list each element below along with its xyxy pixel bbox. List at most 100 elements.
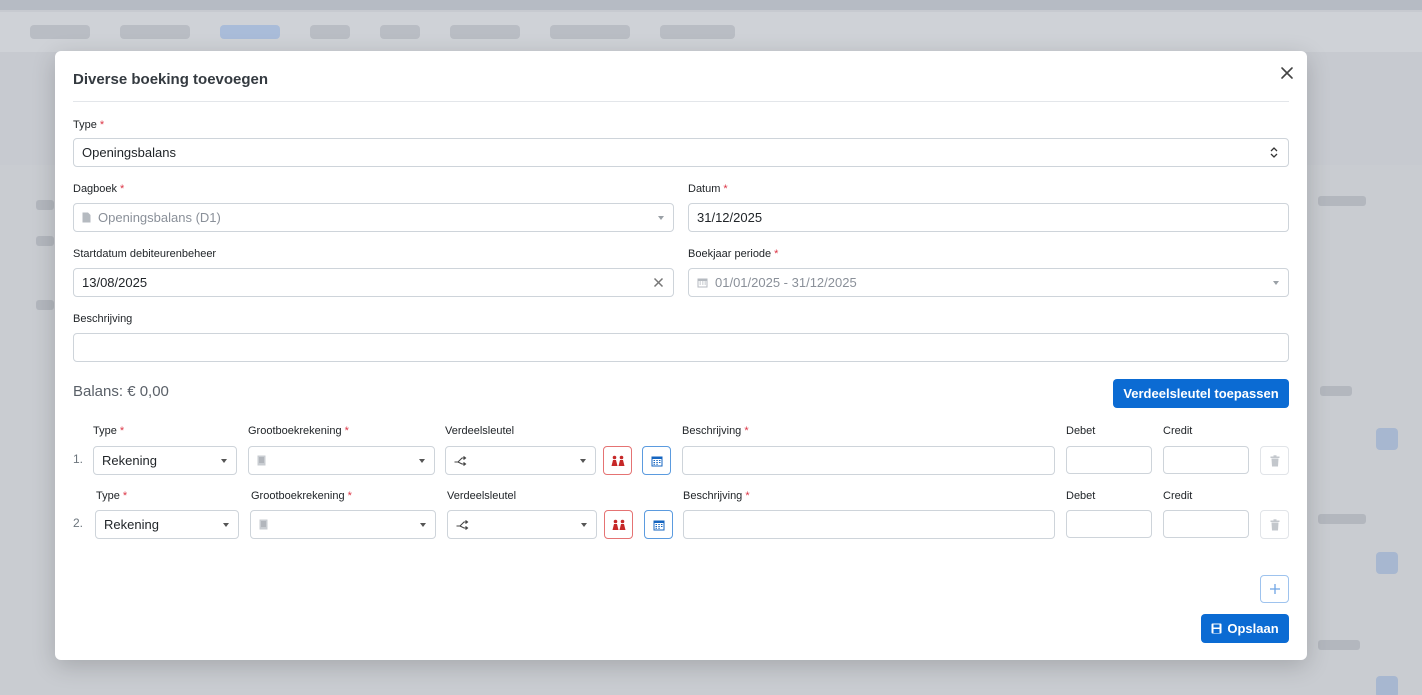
type-select[interactable]: Openingsbalans	[73, 138, 1289, 167]
line-number: 2.	[73, 516, 84, 530]
line-grootboek-header: Grootboekrekening *	[251, 490, 352, 502]
background-tab	[660, 25, 735, 39]
trash-icon	[1270, 454, 1279, 466]
background-text	[36, 200, 54, 210]
type-select-value: Openingsbalans	[82, 145, 176, 160]
startdatum-label: Startdatum debiteurenbeheer	[73, 248, 217, 260]
startdatum-input-value: 13/08/2025	[82, 275, 148, 290]
required-mark: *	[344, 425, 349, 437]
calendar-icon	[697, 278, 708, 288]
add-booking-modal: Diverse boeking toevoegen Type * Openings…	[55, 51, 1307, 660]
line-type-select[interactable]: Rekening	[95, 510, 239, 539]
datum-label: Datum *	[688, 183, 728, 195]
caret-down-icon	[580, 459, 586, 463]
dagboek-label: Dagboek *	[73, 183, 125, 195]
line-verdeelsleutel-select[interactable]	[447, 510, 597, 539]
contacts-button[interactable]	[604, 510, 633, 539]
balans-text: Balans: € 0,00	[73, 383, 169, 400]
background-tab	[30, 25, 90, 39]
required-mark: *	[347, 490, 352, 502]
line-beschrijving-header: Beschrijving *	[683, 490, 750, 502]
background-topbar	[0, 0, 1422, 10]
background-text	[36, 236, 54, 246]
background-text	[1320, 386, 1352, 396]
calendar-button[interactable]	[644, 510, 673, 539]
calendar-icon	[651, 456, 662, 466]
required-mark: *	[744, 425, 749, 437]
line-credit-header: Credit	[1163, 490, 1193, 502]
background-button	[1376, 676, 1398, 695]
background-tab	[120, 25, 190, 39]
beschrijving-input[interactable]	[73, 333, 1289, 362]
beschrijving-label: Beschrijving	[73, 313, 133, 325]
contacts-button[interactable]	[603, 446, 632, 475]
line-grootboek-select[interactable]	[248, 446, 435, 475]
background-tab	[450, 25, 520, 39]
background-tab	[310, 25, 350, 39]
caret-down-icon	[658, 216, 664, 220]
line-number: 1.	[73, 452, 84, 466]
ledger-icon	[257, 455, 266, 466]
people-icon	[612, 519, 625, 530]
caret-down-icon	[1273, 281, 1279, 285]
updown-icon	[1270, 147, 1278, 158]
plus-icon	[1269, 584, 1280, 594]
line-verdeelsleutel-header: Verdeelsleutel	[447, 490, 517, 502]
line-debet-header: Debet	[1066, 425, 1096, 437]
line-debet-input[interactable]	[1066, 446, 1152, 474]
line-debet-header: Debet	[1066, 490, 1096, 502]
line-grootboek-select[interactable]	[250, 510, 436, 539]
background-text	[1318, 640, 1360, 650]
line-type-header: Type *	[93, 425, 125, 437]
line-type-value: Rekening	[102, 453, 157, 468]
line-type-header: Type *	[96, 490, 128, 502]
split-icon	[456, 519, 469, 530]
line-verdeelsleutel-select[interactable]	[445, 446, 596, 475]
line-type-select[interactable]: Rekening	[93, 446, 237, 475]
line-credit-header: Credit	[1163, 425, 1193, 437]
caret-down-icon	[419, 459, 425, 463]
close-button[interactable]	[1279, 65, 1295, 81]
required-mark: *	[122, 490, 128, 502]
background-text	[1318, 196, 1366, 206]
line-credit-input[interactable]	[1163, 446, 1249, 474]
add-line-button[interactable]	[1260, 575, 1289, 603]
datum-input-value: 31/12/2025	[697, 210, 763, 225]
calendar-button[interactable]	[642, 446, 671, 475]
boekjaar-select[interactable]: 01/01/2025 - 31/12/2025	[688, 268, 1289, 297]
line-beschrijving-input[interactable]	[682, 446, 1055, 475]
modal-header: Diverse boeking toevoegen	[73, 51, 1293, 102]
document-icon	[82, 212, 91, 223]
dagboek-select-value: Openingsbalans (D1)	[98, 210, 221, 225]
line-grootboek-header: Grootboekrekening *	[248, 425, 349, 437]
trash-icon	[1270, 518, 1279, 530]
caret-down-icon	[223, 523, 229, 527]
background-tab	[550, 25, 630, 39]
people-icon	[611, 455, 624, 466]
save-icon	[1211, 623, 1222, 634]
line-verdeelsleutel-header: Verdeelsleutel	[445, 425, 515, 437]
background-tab	[380, 25, 420, 39]
required-mark: *	[119, 425, 125, 437]
close-icon	[1281, 67, 1293, 79]
caret-down-icon	[420, 523, 426, 527]
datum-input[interactable]: 31/12/2025	[688, 203, 1289, 232]
type-label: Type *	[73, 119, 105, 131]
save-button[interactable]: Opslaan	[1201, 614, 1289, 643]
startdatum-input[interactable]: 13/08/2025	[73, 268, 674, 297]
required-mark: *	[120, 183, 125, 195]
line-credit-input[interactable]	[1163, 510, 1249, 538]
background-button	[1376, 552, 1398, 574]
delete-line-button[interactable]	[1260, 446, 1289, 475]
split-icon	[454, 455, 467, 466]
required-mark: *	[745, 490, 750, 502]
apply-distribution-key-button[interactable]: Verdeelsleutel toepassen	[1113, 379, 1289, 408]
dagboek-select[interactable]: Openingsbalans (D1)	[73, 203, 674, 232]
line-debet-input[interactable]	[1066, 510, 1152, 538]
delete-line-button[interactable]	[1260, 510, 1289, 539]
line-beschrijving-input[interactable]	[683, 510, 1055, 539]
caret-down-icon	[581, 523, 587, 527]
required-mark: *	[774, 248, 779, 260]
clear-icon[interactable]	[653, 277, 664, 288]
caret-down-icon	[221, 459, 227, 463]
